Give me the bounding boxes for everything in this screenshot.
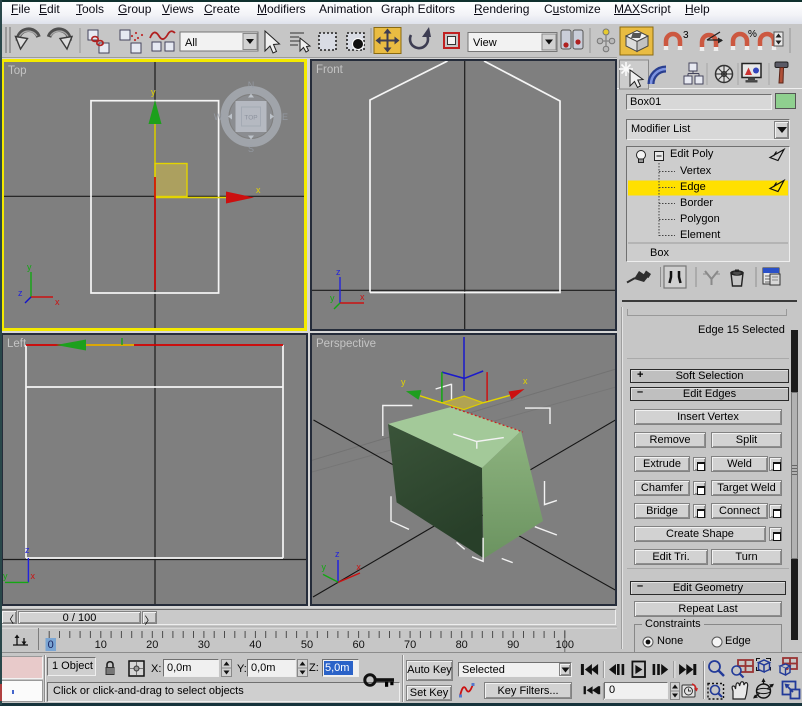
svg-text:N: N (248, 80, 255, 90)
svg-text:y: y (330, 293, 335, 303)
svg-text:20: 20 (146, 639, 158, 651)
svg-text:x: x (360, 292, 365, 302)
svg-text:30: 30 (198, 639, 210, 651)
svg-text:View: View (473, 37, 497, 49)
svg-text:z: z (335, 549, 340, 559)
svg-text:x: x (55, 297, 60, 307)
svg-text:70: 70 (404, 639, 416, 651)
svg-text:x: x (256, 185, 261, 195)
svg-text:TOP: TOP (244, 115, 257, 122)
svg-text:z: z (336, 267, 341, 277)
svg-text:x: x (523, 376, 528, 386)
svg-text:E: E (282, 112, 288, 122)
svg-text:80: 80 (456, 639, 468, 651)
svg-text:All: All (185, 37, 197, 49)
svg-text:0: 0 (48, 639, 54, 651)
svg-text:y: y (322, 562, 327, 572)
svg-text:10: 10 (95, 639, 107, 651)
svg-text:W: W (214, 112, 223, 122)
svg-text:y: y (151, 87, 156, 97)
svg-text:90: 90 (507, 639, 519, 651)
svg-text:60: 60 (352, 639, 364, 651)
svg-text:100: 100 (556, 639, 574, 651)
svg-text:x: x (31, 571, 36, 581)
svg-text:y: y (401, 377, 406, 387)
svg-text:%: % (748, 29, 757, 40)
svg-text:y: y (3, 571, 8, 581)
svg-text:50: 50 (301, 639, 313, 651)
svg-text:S: S (248, 144, 254, 154)
svg-text:3: 3 (683, 30, 689, 41)
svg-text:z: z (25, 545, 30, 555)
svg-text:z: z (18, 288, 23, 298)
svg-text:x: x (356, 562, 361, 572)
svg-text:40: 40 (249, 639, 261, 651)
svg-text:y: y (27, 262, 32, 272)
